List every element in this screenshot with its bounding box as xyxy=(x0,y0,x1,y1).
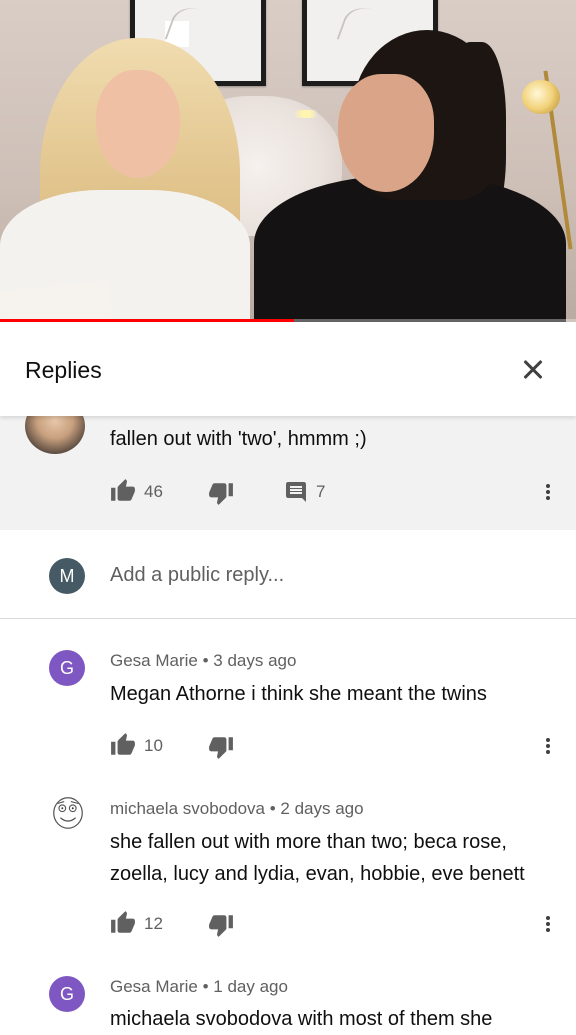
comment-text: she fallen out with more than two; beca … xyxy=(110,831,525,885)
thumb-up-icon[interactable] xyxy=(110,910,136,936)
add-reply-row: M Add a public reply... xyxy=(0,530,576,619)
comment-text: fallen out with 'two', hmmm ;) xyxy=(110,428,367,450)
author-name[interactable]: michaela svobodova xyxy=(110,799,265,818)
thumb-up-icon[interactable] xyxy=(110,732,136,758)
thumb-down-icon[interactable] xyxy=(208,480,234,506)
thumb-down-icon[interactable] xyxy=(208,912,234,938)
avatar[interactable]: M xyxy=(49,558,85,594)
reply-comment-icon[interactable] xyxy=(284,480,308,504)
thumb-up-icon[interactable] xyxy=(110,478,136,504)
like-count: 46 xyxy=(144,482,163,501)
replies-title: Replies xyxy=(25,357,102,383)
comment-actions: 10 xyxy=(110,732,560,762)
timestamp: 3 days ago xyxy=(213,651,297,670)
timestamp: 1 day ago xyxy=(213,977,288,996)
close-icon[interactable] xyxy=(513,349,553,389)
reply-count: 7 xyxy=(316,482,326,501)
more-vert-icon[interactable] xyxy=(538,732,558,760)
parent-comment: fallen out with 'two', hmmm ;) 46 7 xyxy=(0,398,576,530)
author-name[interactable]: Gesa Marie xyxy=(110,977,198,996)
thumb-down-icon[interactable] xyxy=(208,734,234,760)
comment-actions: 12 xyxy=(110,910,560,940)
comment-actions: 46 7 xyxy=(110,478,560,508)
avatar[interactable]: G xyxy=(49,650,85,686)
video-player[interactable] xyxy=(0,0,576,322)
comment-meta: Gesa Marie • 3 days ago xyxy=(110,651,297,670)
like-count: 12 xyxy=(144,914,163,933)
more-vert-icon[interactable] xyxy=(538,910,558,938)
comment-meta: michaela svobodova • 2 days ago xyxy=(110,799,364,818)
comment-meta: Gesa Marie • 1 day ago xyxy=(110,977,288,996)
avatar[interactable]: G xyxy=(49,976,85,1012)
lamp xyxy=(522,80,560,114)
avatar[interactable] xyxy=(49,794,87,832)
like-count: 10 xyxy=(144,736,163,755)
replies-header: Replies xyxy=(0,322,576,416)
author-name[interactable]: Gesa Marie xyxy=(110,651,198,670)
more-vert-icon[interactable] xyxy=(538,478,558,506)
reply-input[interactable]: Add a public reply... xyxy=(110,564,284,587)
timestamp: 2 days ago xyxy=(280,799,364,818)
comment-text: michaela svobodova with most of them she xyxy=(110,1008,493,1030)
comment-text: Megan Athorne i think she meant the twin… xyxy=(110,683,487,705)
